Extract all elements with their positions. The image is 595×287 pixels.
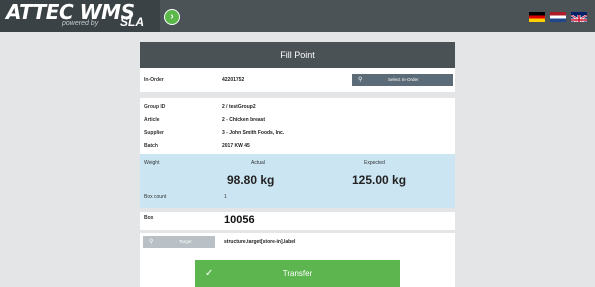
article-label: Article — [144, 117, 160, 123]
group-id-value: 2 / testGroup2 — [222, 104, 256, 110]
chevron-right-icon[interactable]: › — [164, 9, 180, 25]
batch-label: Batch — [144, 143, 158, 149]
target-value: structure.target[store-in].label — [224, 239, 296, 245]
supplier-value: 3 - John Smith Foods, Inc. — [222, 130, 285, 136]
article-value: 2 - Chicken breast — [222, 117, 266, 123]
flag-uk-icon[interactable] — [571, 12, 587, 22]
in-order-label: In-Order — [144, 77, 164, 83]
article-info-card: Group ID 2 / testGroup2 Article 2 - Chic… — [140, 98, 455, 208]
target-button[interactable]: ⚲ Target — [143, 236, 215, 248]
search-icon: ⚲ — [149, 239, 154, 245]
transfer-label: Transfer — [282, 269, 313, 278]
flag-germany-icon[interactable] — [529, 12, 545, 22]
select-in-order-button[interactable]: ⚲ Select In-Order — [352, 74, 453, 86]
expected-label: Expected — [364, 160, 385, 166]
in-order-card: In-Order 42201752 ⚲ Select In-Order — [140, 68, 455, 92]
page-title: Fill Point — [140, 42, 455, 68]
search-icon: ⚲ — [358, 77, 363, 83]
transfer-button[interactable]: ✓ Transfer — [195, 260, 400, 287]
box-count-value: 1 — [224, 194, 227, 200]
flag-netherlands-icon[interactable] — [550, 12, 566, 22]
app-logo: ATTEC WMS powered by SLA — [0, 0, 160, 32]
weight-label: Weight — [144, 160, 160, 166]
logo-powered-by: powered by — [62, 20, 99, 27]
select-in-order-label: Select In-Order — [388, 77, 419, 82]
top-bar: ATTEC WMS powered by SLA › — [0, 0, 595, 32]
group-id-label: Group ID — [144, 104, 166, 110]
actual-label: Actual — [251, 160, 265, 166]
box-value: 10056 — [224, 214, 255, 226]
expected-weight-value: 125.00 kg — [352, 173, 407, 187]
target-card: ⚲ Target structure.target[store-in].labe… — [140, 233, 455, 287]
box-label: Box — [144, 215, 154, 221]
actual-weight-value: 98.80 kg — [227, 173, 275, 187]
in-order-value: 42201752 — [222, 77, 245, 83]
box-count-label: Box count — [144, 194, 167, 200]
batch-value: 2017 KW 45 — [222, 143, 250, 149]
target-button-label: Target — [179, 239, 192, 244]
box-card: Box 10056 — [140, 212, 455, 230]
weight-section: Weight Actual Expected 98.80 kg 125.00 k… — [140, 154, 455, 208]
logo-sla: SLA — [120, 15, 144, 29]
supplier-label: Supplier — [144, 130, 165, 136]
